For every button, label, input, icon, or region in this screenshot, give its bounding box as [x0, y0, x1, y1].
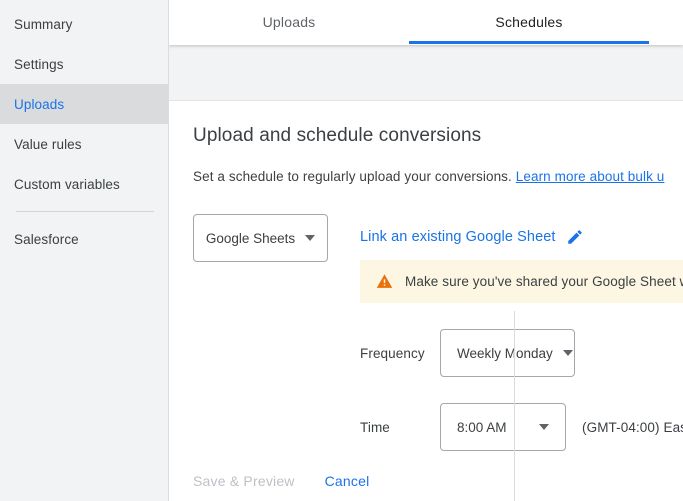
sidebar-divider: [16, 211, 154, 212]
time-value: 8:00 AM: [457, 420, 507, 435]
sidebar-item-summary[interactable]: Summary: [0, 4, 168, 44]
learn-more-link[interactable]: Learn more about bulk u: [516, 169, 665, 184]
page-description-text: Set a schedule to regularly upload your …: [193, 169, 512, 184]
tab-schedules[interactable]: Schedules: [409, 0, 649, 44]
sidebar-item-salesforce[interactable]: Salesforce: [0, 219, 168, 259]
source-type-value: Google Sheets: [206, 231, 295, 246]
tab-label: Uploads: [263, 14, 316, 30]
source-column: Google Sheets: [193, 214, 328, 262]
share-warning-text: Make sure you've shared your Google Shee…: [405, 274, 683, 289]
schedule-settings-column: Link an existing Google Sheet M: [328, 214, 683, 451]
sidebar-item-value-rules[interactable]: Value rules: [0, 124, 168, 164]
sidebar: Summary Settings Uploads Value rules Cus…: [0, 0, 169, 501]
app-root: Summary Settings Uploads Value rules Cus…: [0, 0, 683, 501]
content-pane: Uploads Schedules Upload and schedule co…: [169, 0, 683, 501]
chevron-down-icon: [539, 424, 549, 430]
time-label: Time: [360, 420, 440, 435]
page-title: Upload and schedule conversions: [193, 125, 683, 147]
link-sheet-row: Link an existing Google Sheet: [360, 228, 683, 246]
sidebar-item-label: Salesforce: [14, 232, 79, 247]
tab-bar: Uploads Schedules: [169, 0, 683, 45]
tab-uploads[interactable]: Uploads: [169, 0, 409, 44]
sidebar-item-settings[interactable]: Settings: [0, 44, 168, 84]
chevron-down-icon: [305, 235, 315, 241]
sidebar-item-label: Custom variables: [14, 177, 120, 192]
schedule-card: Upload and schedule conversions Set a sc…: [169, 100, 683, 501]
chevron-down-icon: [563, 350, 573, 356]
share-warning-banner: Make sure you've shared your Google Shee…: [360, 260, 683, 303]
sidebar-item-label: Value rules: [14, 137, 82, 152]
tab-label: Schedules: [495, 14, 562, 30]
page-description: Set a schedule to regularly upload your …: [193, 169, 683, 184]
schedule-form: Google Sheets Link an existing Google Sh…: [193, 214, 683, 451]
pencil-icon[interactable]: [566, 228, 584, 246]
source-type-select[interactable]: Google Sheets: [193, 214, 328, 262]
time-row: Time 8:00 AM (GMT-04:00) East: [360, 403, 683, 451]
timezone-label: (GMT-04:00) East: [582, 420, 683, 435]
warning-triangle-icon: [376, 273, 393, 290]
sidebar-item-uploads[interactable]: Uploads: [0, 84, 168, 124]
frequency-row: Frequency Weekly Monday: [360, 329, 683, 377]
link-existing-sheet-link[interactable]: Link an existing Google Sheet: [360, 229, 556, 245]
sidebar-item-label: Summary: [14, 17, 72, 32]
sidebar-item-label: Uploads: [14, 97, 64, 112]
content-gray-strip: [169, 45, 683, 100]
cancel-button[interactable]: Cancel: [325, 473, 370, 489]
time-select[interactable]: 8:00 AM: [440, 403, 566, 451]
schedule-card-inner: Upload and schedule conversions Set a sc…: [169, 101, 683, 501]
sidebar-item-custom-variables[interactable]: Custom variables: [0, 164, 168, 204]
frequency-select[interactable]: Weekly Monday: [440, 329, 575, 377]
sidebar-item-label: Settings: [14, 57, 64, 72]
frequency-value: Weekly Monday: [457, 346, 553, 361]
frequency-label: Frequency: [360, 346, 440, 361]
save-and-preview-button[interactable]: Save & Preview: [193, 473, 295, 489]
column-divider: [514, 311, 515, 501]
form-actions: Save & Preview Cancel: [193, 473, 369, 489]
